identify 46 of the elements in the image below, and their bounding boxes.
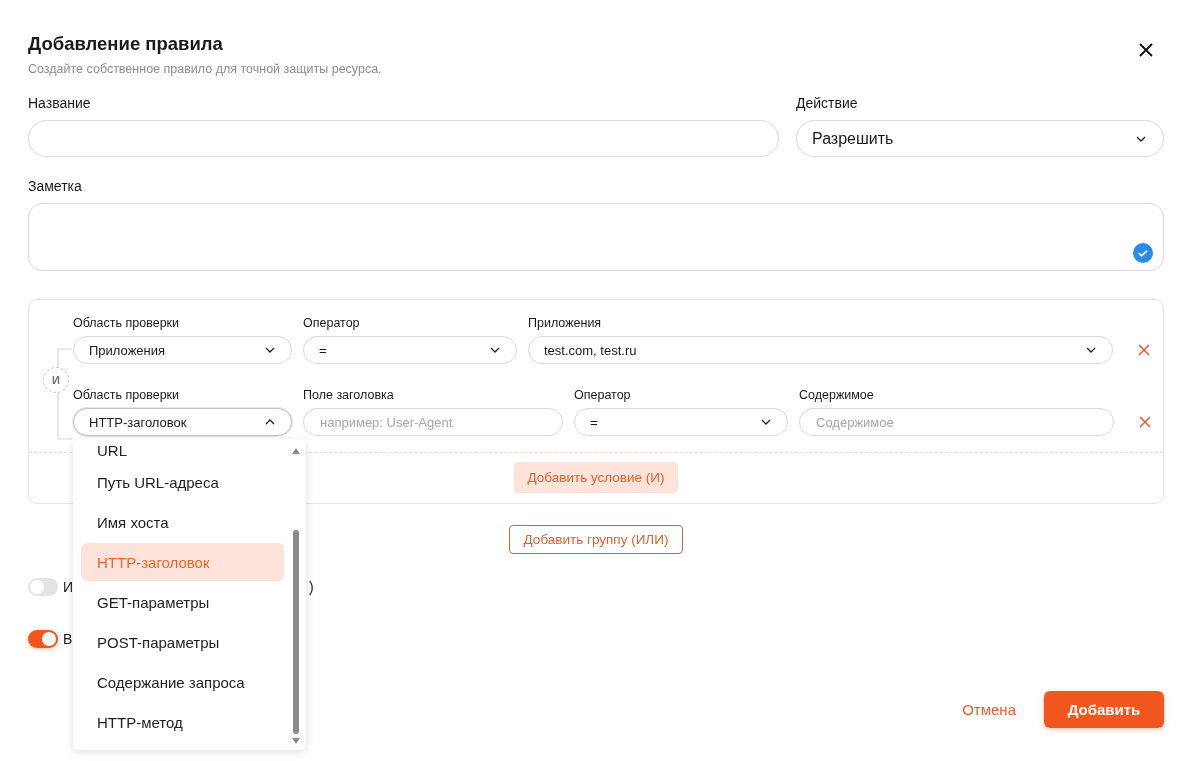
toggle-label: И <box>63 579 74 595</box>
field-label: Содержимое <box>799 387 875 403</box>
field-label: Приложения <box>528 315 603 331</box>
cancel-button[interactable]: Отмена <box>962 701 1016 718</box>
dropdown-option[interactable]: Имя хоста <box>81 503 284 541</box>
condition-select[interactable]: Приложения <box>73 336 292 364</box>
field-label: Область проверки <box>73 315 181 331</box>
dropdown-option[interactable]: Содержание запроса <box>81 663 284 701</box>
condition-select[interactable]: HTTP-заголовок <box>73 408 292 436</box>
remove-icon[interactable] <box>1138 344 1150 356</box>
dialog-title: Добавление правила <box>28 32 224 56</box>
chevron-down-icon <box>265 347 275 353</box>
dropdown-option[interactable]: GET-параметры <box>81 583 284 621</box>
field-label: Заметка <box>28 177 83 195</box>
chevron-down-icon <box>1086 347 1096 353</box>
condition-input[interactable]: Содержимое <box>799 408 1114 436</box>
toggle-label: В <box>63 631 73 647</box>
field-label: Название <box>28 94 92 112</box>
chevron-up-icon <box>265 419 275 425</box>
condition-input[interactable]: например: User-Agent <box>303 408 563 436</box>
chevron-down-icon <box>761 419 771 425</box>
toggle-switch[interactable] <box>28 578 58 596</box>
condition-select[interactable]: = <box>303 336 517 364</box>
action-select[interactable]: Разрешить <box>796 120 1164 157</box>
field-label: Поле заголовка <box>303 387 395 403</box>
dropdown-option[interactable]: Путь URL-адреса <box>81 463 284 501</box>
dropdown-option[interactable]: POST-параметры <box>81 623 284 661</box>
remove-icon[interactable] <box>1139 416 1151 428</box>
condition-select[interactable]: = <box>574 408 788 436</box>
add-group-button[interactable]: Добавить группу (ИЛИ) <box>508 525 684 554</box>
chevron-down-icon <box>490 347 500 353</box>
check-circle-icon <box>1133 243 1153 263</box>
field-label: Действие <box>796 94 859 112</box>
toggle-switch[interactable] <box>28 630 58 648</box>
field-label: Оператор <box>303 315 361 331</box>
field-label: Оператор <box>574 387 632 403</box>
and-connector: И <box>43 367 69 393</box>
dropdown-option[interactable]: HTTP-метод <box>81 703 284 741</box>
close-icon[interactable] <box>1139 43 1153 57</box>
condition-select[interactable]: test.com, test.ru <box>528 336 1113 364</box>
dropdown-option[interactable]: URL <box>81 439 284 461</box>
chevron-down-icon <box>1136 135 1146 142</box>
name-input[interactable] <box>28 120 779 157</box>
field-label: Область проверки <box>73 387 181 403</box>
dialog-subtitle: Создайте собственное правило для точной защиты ресурса. <box>28 62 382 76</box>
toggle-label: ) <box>309 579 314 595</box>
